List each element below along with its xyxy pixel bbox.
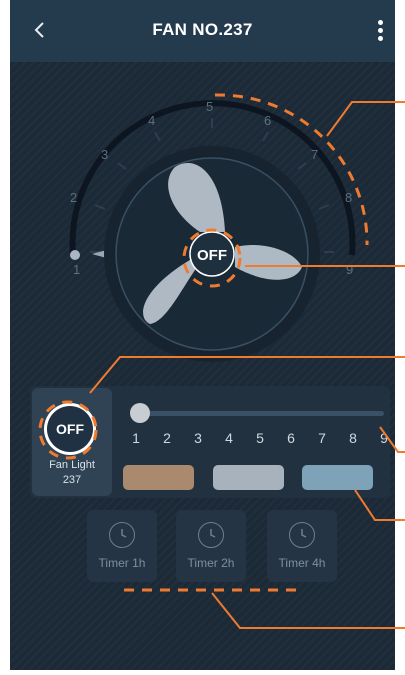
speed-number: 1 xyxy=(132,430,140,446)
light-power-label: OFF xyxy=(47,406,93,452)
timer-label: Timer 1h xyxy=(98,556,146,570)
speed-number: 4 xyxy=(225,430,233,446)
speed-slider-track[interactable] xyxy=(132,411,384,416)
top-bar: FAN NO.237 xyxy=(10,0,395,62)
timer-4h-button[interactable]: Timer 4h xyxy=(267,510,337,582)
speed-number: 2 xyxy=(163,430,171,446)
speed-numbers: 1 2 3 4 5 6 7 8 9 xyxy=(126,430,394,448)
page-title: FAN NO.237 xyxy=(152,20,253,39)
timer-icon xyxy=(198,522,224,548)
scale-number-7: 7 xyxy=(311,147,318,162)
more-vertical-icon[interactable] xyxy=(373,18,387,44)
fan-light-name-line2: 237 xyxy=(62,474,82,486)
fan-light-name: Fan Light 237 xyxy=(32,458,112,488)
app-screen: FAN NO.237 1 2 3 4 5 6 7 8 9 OFF OFF Fan… xyxy=(10,0,395,670)
speed-number: 3 xyxy=(194,430,202,446)
timer-label: Timer 4h xyxy=(278,556,326,570)
timer-1h-button[interactable]: Timer 1h xyxy=(87,510,157,582)
light-color-neutral[interactable] xyxy=(213,465,284,490)
speed-slider-knob[interactable] xyxy=(130,403,150,423)
scale-number-6: 6 xyxy=(264,113,271,128)
timer-2h-button[interactable]: Timer 2h xyxy=(176,510,246,582)
scale-number-2: 2 xyxy=(70,190,77,205)
scale-number-5: 5 xyxy=(206,99,213,114)
fan-light-name-line1: Fan Light xyxy=(49,459,95,471)
timer-icon xyxy=(109,522,135,548)
light-color-warm[interactable] xyxy=(123,465,194,490)
scale-number-4: 4 xyxy=(148,113,155,128)
scale-number-9: 9 xyxy=(346,262,353,277)
speed-number: 7 xyxy=(318,430,326,446)
scale-number-3: 3 xyxy=(101,147,108,162)
fan-power-button[interactable]: OFF xyxy=(182,236,242,276)
speed-number: 8 xyxy=(349,430,357,446)
speed-number: 5 xyxy=(256,430,264,446)
speed-number: 9 xyxy=(380,430,388,446)
light-color-cool[interactable] xyxy=(302,465,373,490)
timer-icon xyxy=(289,522,315,548)
scale-number-1: 1 xyxy=(73,262,80,277)
speed-number: 6 xyxy=(287,430,295,446)
scale-number-8: 8 xyxy=(345,190,352,205)
light-power-button[interactable]: OFF xyxy=(44,403,96,455)
timer-label: Timer 2h xyxy=(187,556,235,570)
fan-dial: 1 2 3 4 5 6 7 8 9 xyxy=(69,99,356,362)
